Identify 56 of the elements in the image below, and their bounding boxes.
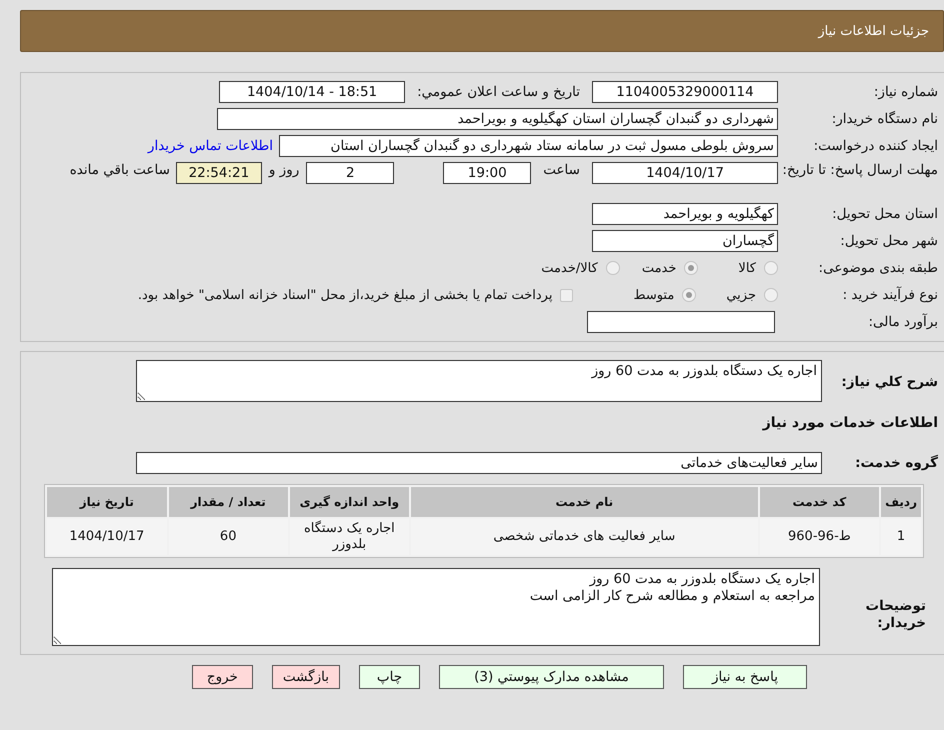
field-label: گروه خدمت: bbox=[854, 454, 938, 472]
radio-label: کالا bbox=[738, 260, 756, 276]
service-group-field[interactable]: سایر فعالیت‌های خدماتی bbox=[136, 452, 822, 474]
field-label: ایجاد کننده درخواست: bbox=[812, 138, 938, 154]
field-label: برآورد مالی: bbox=[867, 314, 938, 330]
action-button[interactable]: پاسخ به نیاز bbox=[683, 665, 807, 689]
field-label: استان محل تحویل: bbox=[831, 206, 938, 222]
checkbox[interactable] bbox=[560, 288, 574, 302]
radio-button[interactable] bbox=[682, 288, 696, 302]
column-header: کد خدمت bbox=[760, 487, 880, 517]
field-label: شهر محل تحویل: bbox=[839, 232, 938, 250]
radio-button[interactable] bbox=[764, 288, 778, 302]
city-field[interactable]: گچساران bbox=[592, 230, 778, 252]
radio-label: جزيي bbox=[726, 288, 756, 302]
page-title: جزئیات اطلاعات نیاز bbox=[818, 24, 929, 38]
estimate-field[interactable] bbox=[587, 311, 775, 333]
column-header: ردیف bbox=[881, 487, 921, 517]
buyer-field[interactable]: شهرداری دو گنبدان گچساران استان کهگیلویه و بویراحمد bbox=[217, 108, 778, 130]
remaining-time-field: 22:54:21 bbox=[176, 162, 262, 184]
field-label: شرح کلي نياز: bbox=[840, 374, 938, 391]
column-header: واحد اندازه گیری bbox=[290, 487, 409, 517]
radio-label: کالا/خدمت bbox=[541, 260, 598, 276]
column-header: نام خدمت bbox=[410, 487, 758, 517]
action-button[interactable]: بازگشت bbox=[272, 665, 340, 689]
field-label: مهلت ارسال پاسخ: تا تاریخ: bbox=[781, 162, 938, 179]
radio-label: متوسط bbox=[633, 288, 674, 302]
field-label: شماره نیاز: bbox=[872, 84, 938, 100]
deadline-time-field[interactable]: 19:00 bbox=[443, 162, 532, 184]
need-number-field[interactable]: 1104005329000114 bbox=[592, 81, 778, 103]
field-label: طبقه بندی موضوعی: bbox=[818, 260, 938, 276]
action-button[interactable]: مشاهده مدارک پیوستي (3) bbox=[439, 665, 664, 689]
radio-button[interactable] bbox=[684, 261, 698, 275]
column-header: تاریخ نیاز bbox=[47, 487, 167, 517]
section-heading: اطلاعات خدمات مورد نیاز bbox=[762, 415, 938, 431]
field-label: ساعت باقي مانده bbox=[70, 162, 170, 178]
deadline-date-field[interactable]: 1404/10/17 bbox=[592, 162, 778, 184]
checkbox-label: پرداخت تمام یا بخشی از مبلغ خرید،از محل "اسناد خزانه اسلامی" خواهد بود. bbox=[138, 288, 552, 302]
action-button[interactable]: چاپ bbox=[359, 665, 420, 689]
action-button[interactable]: خروج bbox=[192, 665, 253, 689]
column-header: تعداد / مقدار bbox=[168, 487, 288, 517]
field-label: تاريخ و ساعت اعلان عمومي: bbox=[417, 84, 580, 100]
radio-button[interactable] bbox=[764, 261, 778, 275]
days-field[interactable]: 2 bbox=[306, 162, 394, 184]
radio-button[interactable] bbox=[606, 261, 620, 275]
radio-label: خدمت bbox=[642, 260, 676, 276]
field-label: نوع فرآیند خرید : bbox=[842, 286, 938, 304]
field-label: ساعت bbox=[543, 162, 580, 178]
creator-field[interactable]: سروش بلوطی مسول ثبت در سامانه ستاد شهرداری دو گنبدان گچساران استان bbox=[279, 135, 778, 157]
field-label: روز و bbox=[268, 162, 300, 178]
province-field[interactable]: کهگیلویه و بویراحمد bbox=[592, 203, 778, 225]
buyer-notes-field[interactable]: اجاره یک دستگاه بلدوزر به مدت 60 روز مراجعه به استعلام و مطالعه شرح کار الزامی است bbox=[52, 568, 820, 646]
summary-field[interactable]: اجاره یک دستگاه بلدوزر به مدت 60 روز bbox=[136, 360, 822, 402]
field-label: نام دستگاه خریدار: bbox=[830, 110, 938, 128]
announce-date-field[interactable]: 1404/10/14 - 18:51 bbox=[219, 81, 406, 103]
contact-link[interactable]: اطلاعات تماس خریدار bbox=[148, 138, 273, 154]
field-label: توضیحات خریدار: bbox=[864, 598, 927, 632]
